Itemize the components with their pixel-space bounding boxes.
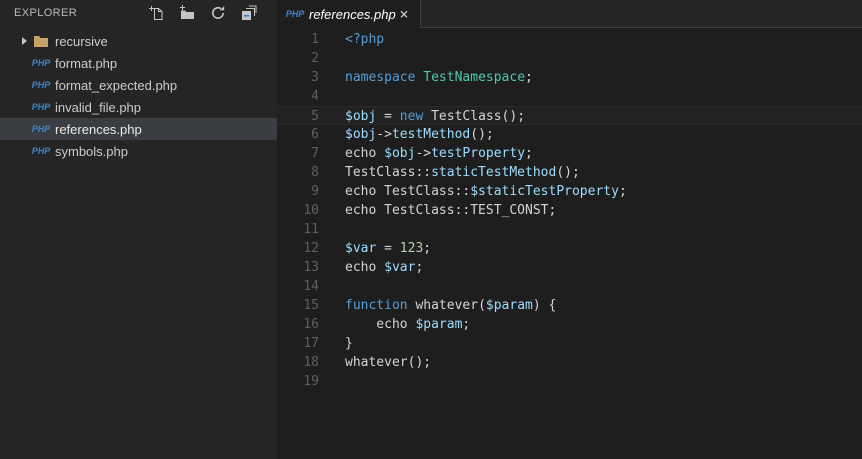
code-text: $var = 123;: [345, 241, 432, 256]
chevron-right-icon[interactable]: [22, 37, 27, 45]
line-number[interactable]: 11: [277, 220, 319, 239]
line-number[interactable]: 19: [277, 372, 319, 391]
php-file-icon: PHP: [31, 80, 51, 90]
file-item-label: format.php: [55, 55, 118, 71]
line-number[interactable]: 12: [277, 239, 319, 258]
code-text: echo $param;: [345, 317, 471, 332]
code-line-16[interactable]: 16 echo $param;: [277, 315, 862, 334]
code-line-15[interactable]: 15 function whatever($param) {: [277, 296, 862, 315]
line-number[interactable]: 15: [277, 296, 319, 315]
explorer-sidebar: EXPLORER recursive PHP format.php PHP format…: [0, 0, 277, 459]
code-line-5[interactable]: 5 $obj = new TestClass();: [277, 106, 862, 125]
code-line-7[interactable]: 7 echo $obj->testProperty;: [277, 144, 862, 163]
code-text: $obj->testMethod();: [345, 127, 494, 142]
code-line-4[interactable]: 4: [277, 87, 862, 106]
tab-references-php[interactable]: PHP references.php ×: [277, 0, 420, 28]
code-line-8[interactable]: 8 TestClass::staticTestMethod();: [277, 163, 862, 182]
explorer-file-list: recursive PHP format.php PHP format_expected…: [0, 26, 277, 162]
code-line-2[interactable]: 2: [277, 49, 862, 68]
file-item-label: references.php: [55, 121, 142, 137]
code-text: namespace TestNamespace;: [345, 70, 533, 85]
line-number[interactable]: 4: [277, 87, 319, 106]
file-item-label: invalid_file.php: [55, 99, 142, 115]
file-item-references-php[interactable]: PHP references.php: [0, 118, 277, 140]
line-number[interactable]: 14: [277, 277, 319, 296]
refresh-icon[interactable]: [208, 3, 228, 23]
php-file-icon: PHP: [31, 124, 51, 134]
file-item-label: recursive: [55, 33, 108, 49]
code-editor[interactable]: 1 <?php 2 3 namespace TestNamespace; 4 5 $obj =…: [277, 28, 862, 459]
code-line-6[interactable]: 6 $obj->testMethod();: [277, 125, 862, 144]
file-item-symbols-php[interactable]: PHP symbols.php: [0, 140, 277, 162]
line-number[interactable]: 5: [277, 107, 319, 124]
file-item-format-expected-php[interactable]: PHP format_expected.php: [0, 74, 277, 96]
code-line-13[interactable]: 13 echo $var;: [277, 258, 862, 277]
code-text: echo TestClass::TEST_CONST;: [345, 203, 557, 218]
explorer-title: EXPLORER: [14, 7, 78, 19]
code-text: function whatever($param) {: [345, 298, 557, 313]
file-item-invalid-file-php[interactable]: PHP invalid_file.php: [0, 96, 277, 118]
code-text: TestClass::staticTestMethod();: [345, 165, 580, 180]
line-number[interactable]: 1: [277, 30, 319, 49]
vscode-window: EXPLORER recursive PHP format.php PHP format…: [0, 0, 862, 459]
code-line-10[interactable]: 10 echo TestClass::TEST_CONST;: [277, 201, 862, 220]
line-number[interactable]: 17: [277, 334, 319, 353]
php-file-icon: PHP: [31, 146, 51, 156]
code-text: echo $var;: [345, 260, 424, 275]
code-line-19[interactable]: 19: [277, 372, 862, 391]
code-line-3[interactable]: 3 namespace TestNamespace;: [277, 68, 862, 87]
php-file-icon: PHP: [285, 9, 305, 19]
php-file-icon: PHP: [31, 102, 51, 112]
folder-icon: [33, 33, 49, 49]
line-number[interactable]: 3: [277, 68, 319, 87]
php-file-icon: PHP: [31, 58, 51, 68]
code-text: }: [345, 336, 353, 351]
code-line-18[interactable]: 18 whatever();: [277, 353, 862, 372]
editor-group: PHP references.php × 1 <?php 2 3 namespace T…: [277, 0, 862, 459]
new-file-icon[interactable]: [146, 3, 166, 23]
file-item-label: symbols.php: [55, 143, 128, 159]
explorer-actions: [146, 3, 259, 23]
tab-label: references.php: [309, 6, 396, 22]
file-item-format-php[interactable]: PHP format.php: [0, 52, 277, 74]
code-line-11[interactable]: 11: [277, 220, 862, 239]
folder-item-recursive[interactable]: recursive: [0, 30, 277, 52]
line-number[interactable]: 7: [277, 144, 319, 163]
line-number[interactable]: 2: [277, 49, 319, 68]
code-line-17[interactable]: 17}: [277, 334, 862, 353]
line-number[interactable]: 16: [277, 315, 319, 334]
code-line-14[interactable]: 14: [277, 277, 862, 296]
code-line-9[interactable]: 9 echo TestClass::$staticTestProperty;: [277, 182, 862, 201]
line-number[interactable]: 18: [277, 353, 319, 372]
tab-bar: PHP references.php ×: [277, 0, 862, 28]
code-text: echo $obj->testProperty;: [345, 146, 533, 161]
new-folder-icon[interactable]: [177, 3, 197, 23]
line-number[interactable]: 9: [277, 182, 319, 201]
code-text: <?php: [345, 32, 385, 47]
line-number[interactable]: 6: [277, 125, 319, 144]
line-number[interactable]: 8: [277, 163, 319, 182]
explorer-header: EXPLORER: [0, 0, 277, 26]
tab-bar-empty-space: [420, 0, 862, 28]
code-text: $obj = new TestClass();: [345, 109, 526, 124]
code-line-1[interactable]: 1 <?php: [277, 30, 862, 49]
line-number[interactable]: 13: [277, 258, 319, 277]
close-icon[interactable]: ×: [396, 6, 412, 22]
file-item-label: format_expected.php: [55, 77, 178, 93]
code-text: echo TestClass::$staticTestProperty;: [345, 184, 627, 199]
collapse-all-icon[interactable]: [239, 3, 259, 23]
line-number[interactable]: 10: [277, 201, 319, 220]
code-text: whatever();: [345, 355, 432, 370]
code-line-12[interactable]: 12 $var = 123;: [277, 239, 862, 258]
